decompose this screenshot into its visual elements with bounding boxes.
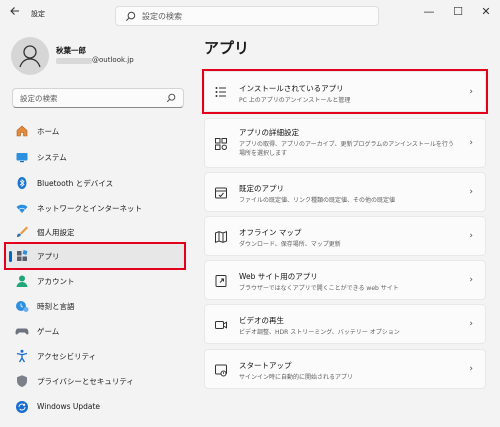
account-icon <box>16 275 28 287</box>
sidebar-item-label: アクセシビリティ <box>37 352 97 361</box>
sidebar-item-label: ホーム <box>37 127 60 136</box>
privacy-icon <box>17 375 27 387</box>
top-search-placeholder: 設定の検索 <box>142 12 182 21</box>
advanced-app-settings-icon <box>215 138 228 151</box>
sidebar-item-label: Windows Update <box>37 402 101 411</box>
time-language-icon <box>16 301 29 312</box>
sidebar-item-label: アカウント <box>37 277 75 286</box>
card-advanced-app-settings[interactable]: アプリの詳細設定 アプリの取得、アプリのアーカイブ、更新プログラムのアンインスト… <box>204 118 486 168</box>
chevron-right-icon: › <box>469 319 473 329</box>
sidebar-item-home[interactable]: ホーム <box>6 119 186 143</box>
card-title: スタートアップ <box>239 361 292 370</box>
sidebar-item-privacy[interactable]: プライバシーとセキュリティ <box>6 369 186 393</box>
system-icon <box>16 153 28 163</box>
card-description: PC 上のアプリのアンインストールと管理 <box>239 97 351 104</box>
sidebar-item-windows-update[interactable]: Windows Update <box>6 395 186 419</box>
chevron-right-icon: › <box>469 87 473 97</box>
card-installed-apps[interactable]: インストールされているアプリ PC 上のアプリのアンインストールと管理 › <box>204 71 486 112</box>
apps-icon <box>17 250 28 261</box>
sidebar-item-time-language[interactable]: 時刻と言語 <box>6 294 186 318</box>
user-icon <box>19 45 41 68</box>
startup-icon <box>215 364 227 377</box>
sidebar-item-bluetooth[interactable]: Bluetooth とデバイス <box>6 171 186 195</box>
back-arrow-icon <box>10 7 19 15</box>
card-title: ビデオの再生 <box>239 316 284 325</box>
search-icon <box>166 93 176 103</box>
minimize-button[interactable]: — <box>418 3 440 21</box>
user-name: 秋葉一郎 <box>56 46 86 55</box>
card-title: アプリの詳細設定 <box>239 128 299 137</box>
top-search-input[interactable]: 設定の検索 <box>115 6 379 26</box>
sidebar-item-label: ゲーム <box>37 327 60 336</box>
home-icon <box>16 125 28 137</box>
card-description: アプリの取得、アプリのアーカイブ、更新プログラムのアンインストールを行う場所を選… <box>239 141 454 157</box>
card-startup[interactable]: スタートアップ サインイン時に自動的に開始されるアプリ › <box>204 349 486 389</box>
network-icon <box>16 204 28 213</box>
default-apps-icon <box>215 187 227 199</box>
user-email: @outlook.jp <box>92 56 134 64</box>
card-description: ファイルの既定値、リンク種類の既定値、その他の既定値 <box>239 197 396 204</box>
gaming-icon <box>15 328 29 335</box>
sidebar-search-placeholder: 設定の検索 <box>20 94 58 103</box>
card-video-playback[interactable]: ビデオの再生 ビデオ調整、HDR ストリーミング、バッテリー オプション › <box>204 304 486 344</box>
maximize-button[interactable]: ☐ <box>447 3 469 21</box>
card-title: オフライン マップ <box>239 228 302 237</box>
chevron-right-icon: › <box>469 364 473 374</box>
card-default-apps[interactable]: 既定のアプリ ファイルの既定値、リンク種類の既定値、その他の既定値 › <box>204 172 486 212</box>
bluetooth-icon <box>17 177 27 189</box>
chevron-right-icon: › <box>469 138 473 148</box>
sidebar-item-label: 時刻と言語 <box>37 302 75 311</box>
card-offline-maps[interactable]: オフライン マップ ダウンロード、保存場所、マップ更新 › <box>204 216 486 256</box>
apps-for-websites-icon <box>215 275 227 287</box>
sidebar-item-label: 個人用設定 <box>37 228 75 237</box>
sidebar-item-label: システム <box>37 153 67 162</box>
card-title: インストールされているアプリ <box>239 84 344 93</box>
card-title: Web サイト用のアプリ <box>239 272 318 281</box>
chevron-right-icon: › <box>469 275 473 285</box>
sidebar-item-label: プライバシーとセキュリティ <box>37 377 134 386</box>
sidebar-item-label: アプリ <box>37 252 60 261</box>
installed-apps-icon <box>215 87 226 97</box>
chevron-right-icon: › <box>469 231 473 241</box>
card-description: サインイン時に自動的に開始されるアプリ <box>239 374 354 381</box>
sidebar-search-input[interactable]: 設定の検索 <box>12 88 184 108</box>
back-button[interactable] <box>6 5 24 23</box>
sidebar-item-network[interactable]: ネットワークとインターネット <box>6 196 186 220</box>
avatar[interactable] <box>11 37 49 75</box>
sidebar-item-gaming[interactable]: ゲーム <box>6 319 186 343</box>
title-bar: 設定 設定の検索 — ☐ ✕ <box>0 0 500 32</box>
sidebar-item-apps[interactable]: アプリ <box>6 244 186 268</box>
sidebar-item-personalization[interactable]: 個人用設定 <box>6 220 186 244</box>
sidebar-item-system[interactable]: システム <box>6 145 186 169</box>
search-icon <box>126 11 136 21</box>
accessibility-icon <box>16 349 28 363</box>
app-title: 設定 <box>31 10 45 18</box>
video-playback-icon <box>215 321 227 329</box>
close-button[interactable]: ✕ <box>475 3 497 21</box>
card-description: ビデオ調整、HDR ストリーミング、バッテリー オプション <box>239 329 400 336</box>
card-description: ブラウザーではなくアプリで開くことができる web サイト <box>239 285 399 292</box>
card-title: 既定のアプリ <box>239 184 284 193</box>
sidebar-item-label: ネットワークとインターネット <box>37 204 142 213</box>
sidebar-item-label: Bluetooth とデバイス <box>37 179 114 188</box>
sidebar-item-accounts[interactable]: アカウント <box>6 269 186 293</box>
windows-update-icon <box>16 401 28 413</box>
personalization-icon <box>17 226 28 237</box>
card-apps-for-websites[interactable]: Web サイト用のアプリ ブラウザーではなくアプリで開くことができる web サ… <box>204 260 486 300</box>
chevron-right-icon: › <box>469 187 473 197</box>
page-title: アプリ <box>204 39 250 57</box>
offline-maps-icon <box>215 230 227 244</box>
email-redaction <box>56 58 92 64</box>
card-description: ダウンロード、保存場所、マップ更新 <box>239 241 341 248</box>
sidebar-item-accessibility[interactable]: アクセシビリティ <box>6 344 186 368</box>
